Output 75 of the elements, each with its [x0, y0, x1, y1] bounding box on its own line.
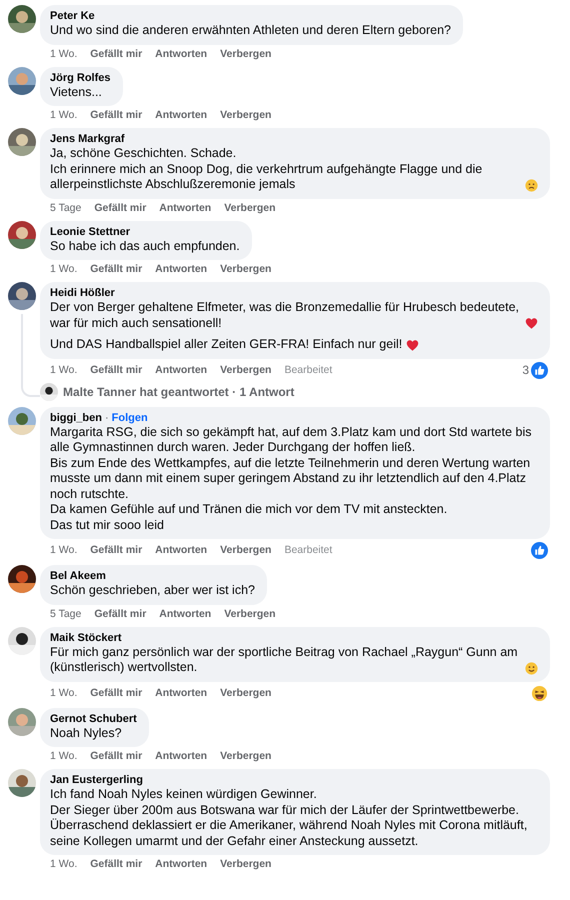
- action-link[interactable]: Verbergen: [220, 858, 272, 871]
- comment-text: Ich erinnere mich an Snoop Dog, die verkehrtrum aufgehängte Flagge und die allerpeinstlichste Abschlußzeremonie jemals: [50, 162, 484, 192]
- action-link[interactable]: Antworten: [155, 364, 208, 376]
- timestamp[interactable]: 5 Tage: [50, 608, 82, 620]
- author-name[interactable]: Jens Markgraf: [50, 132, 125, 146]
- comment-text: Ich fand Noah Nyles keinen würdigen Gewinner.: [50, 787, 317, 802]
- timestamp[interactable]: 1 Wo.: [50, 858, 78, 871]
- timestamp[interactable]: 1 Wo.: [50, 750, 78, 763]
- comment-text: Der von Berger gehaltene Elfmeter, was die Bronzemedallie für Hrubesch bedeutete, war für mich auch sensationell!: [50, 300, 520, 331]
- action-link[interactable]: Verbergen: [220, 364, 272, 376]
- action-link[interactable]: Antworten: [159, 608, 212, 620]
- action-link[interactable]: Verbergen: [220, 544, 272, 557]
- action-link[interactable]: Gefällt mir: [90, 544, 142, 557]
- follow-link[interactable]: Folgen: [112, 412, 148, 424]
- action-link[interactable]: Antworten: [155, 48, 208, 60]
- comment-text: Margarita RSG, die sich so gekämpft hat, auf dem 3.Platz kam und dort Std wartete bis alle Gymnastinnen durch waren. Jeder Durchgang der hoffen ließ.: [50, 424, 532, 456]
- comment-text: So habe ich das auch empfunden.: [50, 238, 240, 254]
- like-icon[interactable]: [531, 542, 548, 559]
- action-link[interactable]: Verbergen: [220, 48, 272, 60]
- author-name[interactable]: Jan Eustergerling: [50, 773, 143, 787]
- edited-label: Bearbeitet: [284, 544, 332, 557]
- action-link[interactable]: Gefällt mir: [90, 48, 142, 60]
- timestamp[interactable]: 1 Wo.: [50, 544, 78, 557]
- action-link[interactable]: Gefällt mir: [90, 750, 142, 763]
- comment-text: Und wo sind die anderen erwähnten Athleten und deren Eltern geboren?: [50, 23, 451, 38]
- comment-text: Der Sieger über 200m aus Botswana war für mich der Läufer der Sprintwettbewerbe. Überraschend deklassiert er die Amerikaner, während Noah Nyles mit Corona mitläuft, seine Kollegen umarmt und der Gefahr einer Ansteckung aussetzt.: [50, 802, 528, 849]
- author-name[interactable]: Bel Akeem: [50, 569, 106, 583]
- comment-text: Noah Nyles?: [50, 726, 122, 741]
- timestamp[interactable]: 1 Wo.: [50, 48, 78, 60]
- reaction-count: 3: [522, 364, 529, 376]
- action-link[interactable]: Gefällt mir: [90, 263, 142, 276]
- action-link[interactable]: Antworten: [155, 858, 208, 871]
- comment-text: Schön geschrieben, aber wer ist ich?: [50, 583, 255, 598]
- comment-text: Vietens...: [50, 84, 102, 100]
- comment-text: Bis zum Ende des Wettkampfes, auf die letzte Teilnehmerin und deren Wertung warten musste um dann mit einem super geringem Abstand zu ihr letztendlich auf den 4.Platz noch rutschte.: [50, 456, 532, 502]
- author-name[interactable]: Leonie Stettner: [50, 224, 130, 238]
- comment-text: Das tut mir sooo leid: [50, 518, 164, 533]
- action-link[interactable]: Gefällt mir: [90, 364, 142, 376]
- comment-text: Da kamen Gefühle auf und Tränen die mich vor dem TV mit ansteckten.: [50, 502, 448, 518]
- action-link[interactable]: Gefällt mir: [90, 858, 142, 871]
- like-icon[interactable]: [531, 362, 548, 378]
- action-link[interactable]: Gefällt mir: [90, 686, 142, 700]
- action-link[interactable]: Antworten: [155, 109, 208, 122]
- action-link[interactable]: Gefällt mir: [94, 202, 146, 214]
- action-link[interactable]: Gefällt mir: [90, 109, 142, 122]
- author-name[interactable]: Heidi Hößler: [50, 286, 115, 300]
- comment-text: Und DAS Handballspiel aller Zeiten GER-FRA! Einfach nur geil!: [50, 337, 402, 352]
- action-link[interactable]: Antworten: [155, 750, 208, 763]
- action-link[interactable]: Gefällt mir: [94, 608, 146, 620]
- edited-label: Bearbeitet: [284, 364, 332, 376]
- action-link[interactable]: Verbergen: [224, 608, 276, 620]
- action-link[interactable]: Verbergen: [220, 686, 272, 700]
- comment-text: Ja, schöne Geschichten. Schade.: [50, 146, 236, 162]
- comment-text: Für mich ganz persönlich war der sportliche Beitrag von Rachael „Raygun“ Gunn am (künstlerisch) wertvollsten.: [50, 644, 519, 676]
- timestamp[interactable]: 5 Tage: [50, 202, 82, 214]
- separator-dot: ·: [104, 412, 109, 424]
- action-link[interactable]: Verbergen: [220, 263, 272, 276]
- timestamp[interactable]: 1 Wo.: [50, 364, 78, 376]
- replies-link[interactable]: Malte Tanner hat geantwortet · 1 Antwort: [63, 384, 294, 398]
- timestamp[interactable]: 1 Wo.: [50, 263, 78, 276]
- author-name[interactable]: Jörg Rolfes: [50, 70, 111, 84]
- action-link[interactable]: Verbergen: [220, 109, 272, 122]
- action-link[interactable]: Antworten: [155, 544, 208, 557]
- author-name[interactable]: Maik Stöckert: [50, 630, 122, 644]
- timestamp[interactable]: 1 Wo.: [50, 109, 78, 122]
- action-link[interactable]: Antworten: [159, 202, 212, 214]
- action-link[interactable]: Antworten: [155, 686, 208, 700]
- author-name[interactable]: Gernot Schubert: [50, 712, 137, 726]
- author-name[interactable]: biggi_ben: [50, 410, 102, 424]
- author-name[interactable]: Peter Ke: [50, 9, 95, 23]
- laughing-face-icon[interactable]: [531, 684, 548, 702]
- action-link[interactable]: Antworten: [155, 263, 208, 276]
- action-link[interactable]: Verbergen: [220, 750, 272, 763]
- action-link[interactable]: Verbergen: [224, 202, 276, 214]
- timestamp[interactable]: 1 Wo.: [50, 686, 78, 700]
